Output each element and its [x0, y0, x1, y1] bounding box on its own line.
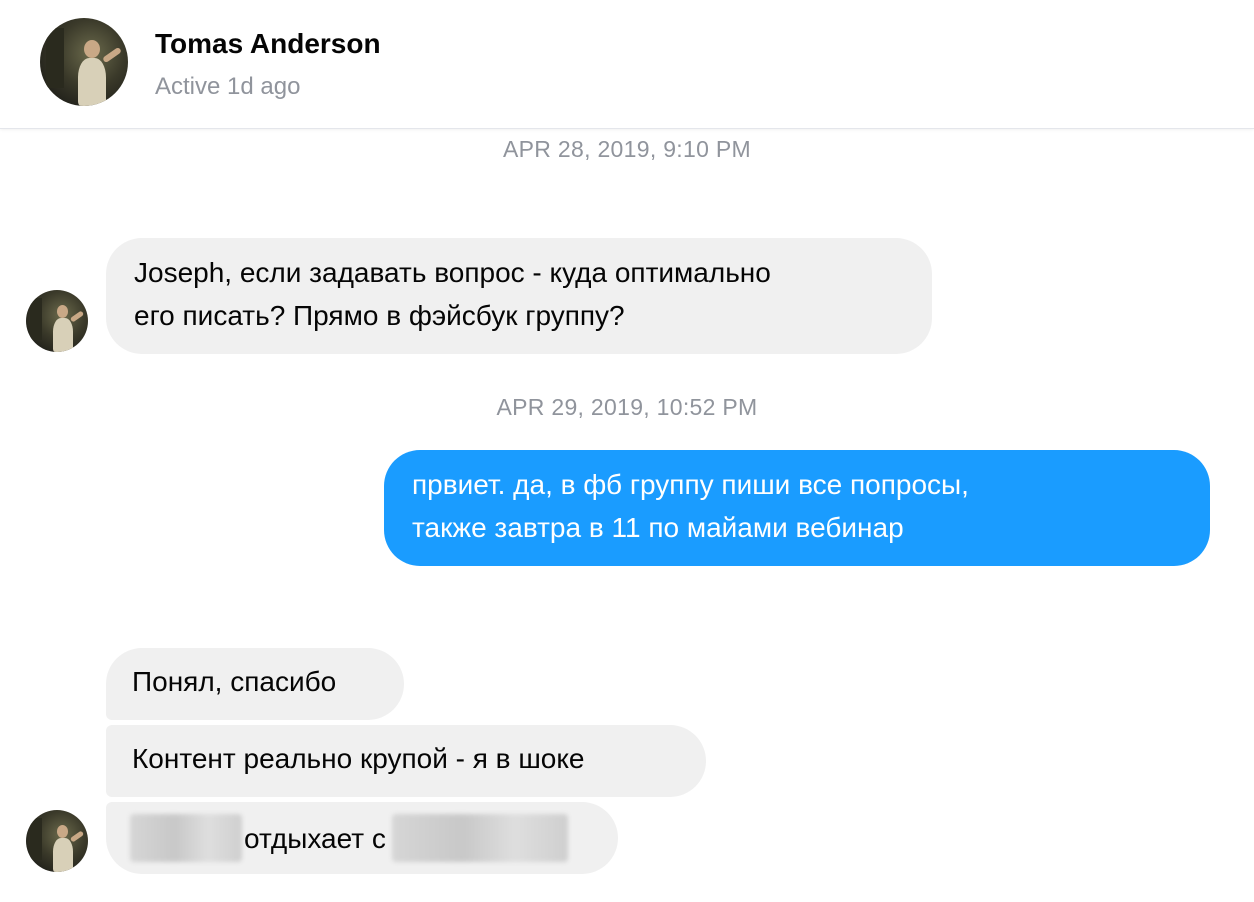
timestamp: APR 29, 2019, 10:52 PM	[496, 394, 758, 420]
incoming-message[interactable]: Контент реально крупой - я в шоке	[106, 725, 706, 797]
message-line: также завтра в 11 по майами вебинар	[412, 512, 904, 543]
avatar-figure-head	[57, 825, 68, 838]
message-line: Joseph, если задавать вопрос - куда опти…	[134, 257, 771, 288]
timestamp: APR 28, 2019, 9:10 PM	[503, 136, 751, 162]
outgoing-message[interactable]: првиет. да, в фб группу пиши все попросы…	[384, 450, 1210, 566]
avatar-background	[46, 28, 64, 88]
incoming-message[interactable]: Понял, спасибо	[106, 648, 404, 720]
message-text: Контент реально крупой - я в шоке	[132, 743, 585, 774]
sender-avatar[interactable]	[26, 810, 88, 872]
contact-status: Active 1d ago	[155, 73, 301, 100]
incoming-message[interactable]: Joseph, если задавать вопрос - куда опти…	[106, 238, 932, 354]
conversation-header: Tomas Anderson Active 1d ago	[0, 0, 1254, 129]
avatar-figure-head	[84, 40, 100, 58]
avatar-figure-arm	[102, 46, 122, 64]
avatar-figure-body	[78, 58, 106, 106]
contact-avatar[interactable]	[40, 18, 128, 106]
sender-avatar[interactable]	[26, 290, 88, 352]
avatar-figure-arm	[69, 310, 85, 323]
message-line: првиет. да, в фб группу пиши все попросы…	[412, 469, 969, 500]
contact-name[interactable]: Tomas Anderson	[155, 28, 381, 60]
avatar-figure-head	[57, 305, 68, 318]
message-line: его писать? Прямо в фэйсбук группу?	[134, 300, 625, 331]
avatar-figure-body	[53, 318, 73, 352]
avatar-background	[30, 298, 42, 340]
redacted-name	[391, 814, 568, 862]
avatar-figure-body	[53, 838, 73, 872]
incoming-message[interactable]: отдыхает с	[106, 802, 618, 874]
redacted-name	[130, 814, 242, 862]
message-text: Понял, спасибо	[132, 666, 337, 697]
avatar-background	[30, 818, 42, 860]
avatar-figure-arm	[69, 830, 85, 843]
message-text: отдыхает с	[244, 822, 386, 854]
